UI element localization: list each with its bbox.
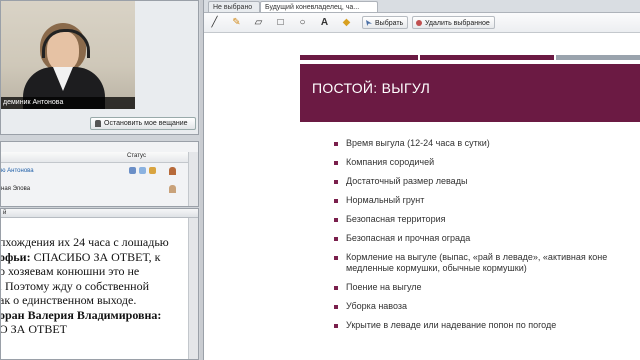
- participants-panel: Статус ю Антонова ная Элова: [0, 141, 199, 207]
- chat-tab[interactable]: й: [1, 209, 198, 218]
- chat-line: пхождения их 24 часа с лошадью: [0, 235, 169, 249]
- chat-line: О ЗА ОТВЕТ: [0, 322, 68, 336]
- slide-bullets: Время выгула (12-24 часа в сутки) Компан…: [334, 138, 640, 339]
- participant-row[interactable]: ю Антонова: [1, 164, 198, 178]
- stop-broadcast-label: Остановить мое вещание: [104, 120, 188, 127]
- presentation-slide: ПОСТОЙ: ВЫГУЛ Время выгула (12-24 часа в…: [300, 55, 640, 360]
- text-tool-icon[interactable]: A: [318, 16, 331, 29]
- rectangle-icon[interactable]: □: [274, 16, 287, 29]
- slide-title-band: ПОСТОЙ: ВЫГУЛ: [300, 64, 640, 122]
- eraser-icon[interactable]: ▱: [252, 16, 265, 29]
- delete-label: Удалить выбранное: [425, 20, 490, 27]
- chat-line: о хозяевам конюшни это не: [0, 264, 140, 278]
- pencil-icon[interactable]: ✎: [230, 16, 243, 29]
- whiteboard-pane: Не выбрано Будущий коневладелец, ча... ╱…: [203, 0, 640, 360]
- presenter-icon: [149, 167, 156, 174]
- chat-panel: й пхождения их 24 часа с лошадью офьи: С…: [0, 208, 199, 360]
- status-column-header: Статус: [127, 153, 146, 159]
- whiteboard-canvas[interactable]: ПОСТОЙ: ВЫГУЛ Время выгула (12-24 часа в…: [204, 33, 640, 360]
- status-icons: [129, 167, 156, 174]
- bullet-item: Достаточный размер левады: [334, 176, 640, 187]
- slide-accent-bar: [556, 55, 640, 60]
- mic-icon: [129, 167, 136, 174]
- bullet-item: Уборка навоза: [334, 301, 640, 312]
- pen-icon[interactable]: ╱: [208, 16, 221, 29]
- slide-accent-bar: [300, 55, 418, 60]
- bullet-item: Кормление на выгуле (выпас, «рай в левад…: [334, 252, 640, 263]
- bullet-item: Компания сородичей: [334, 157, 640, 168]
- document-tabs: Не выбрано Будущий коневладелец, ча...: [204, 0, 640, 13]
- camera-icon: [139, 167, 146, 174]
- bullet-item: Безопасная территория: [334, 214, 640, 225]
- ellipse-icon[interactable]: ○: [296, 16, 309, 29]
- bullet-item: Время выгула (12-24 часа в сутки): [334, 138, 640, 149]
- bullet-item: Нормальный грунт: [334, 195, 640, 206]
- webcam-video: деминик Антонова: [1, 1, 135, 109]
- tab-not-selected[interactable]: Не выбрано: [208, 1, 260, 12]
- participants-scrollbar[interactable]: [188, 152, 198, 206]
- stop-broadcast-button[interactable]: Остановить мое вещание: [90, 117, 196, 130]
- slide-accent-bar: [420, 55, 554, 60]
- bullet-item: Поение на выгуле: [334, 282, 640, 293]
- cursor-icon: [366, 20, 372, 26]
- participants-header: Статус: [1, 152, 198, 163]
- select-label: Выбрать: [375, 20, 404, 27]
- bullet-item: Укрытие в леваде или надевание попон по …: [334, 320, 640, 331]
- bullet-continuation: медленные кормушки, обычные кормушки): [346, 263, 527, 273]
- select-button[interactable]: Выбрать: [362, 16, 409, 29]
- chat-line: ак о единственном выходе.: [0, 293, 137, 307]
- chat-messages: пхождения их 24 часа с лошадью офьи: СПА…: [1, 235, 187, 337]
- bullet-item: Безопасная и прочная ограда: [334, 233, 640, 244]
- person-icon: [169, 185, 176, 193]
- presenter-name: деминик Антонова: [1, 97, 135, 109]
- chat-line: . Поэтому жду о собственной: [0, 278, 149, 293]
- participant-name: ю Антонова: [1, 168, 34, 174]
- highlighter-icon[interactable]: ◆: [340, 16, 353, 29]
- delete-icon: [416, 20, 422, 26]
- participant-name: ная Элова: [1, 186, 31, 192]
- video-panel: деминик Антонова Остановить мое вещание: [0, 0, 199, 135]
- user-icon: [95, 120, 101, 127]
- slide-title: ПОСТОЙ: ВЫГУЛ: [312, 80, 431, 96]
- participant-row[interactable]: ная Элова: [1, 182, 198, 196]
- chat-scrollbar[interactable]: [188, 218, 198, 359]
- chat-line: оран Валерия Владимировна:: [0, 307, 162, 322]
- drawing-toolbar: ╱ ✎ ▱ □ ○ A ◆ Выбрать Удалить выбранное: [204, 13, 640, 33]
- person-icon: [169, 167, 176, 175]
- tab-presentation[interactable]: Будущий коневладелец, ча...: [260, 1, 378, 12]
- delete-selected-button[interactable]: Удалить выбранное: [412, 16, 495, 29]
- left-column: деминик Антонова Остановить мое вещание …: [0, 0, 200, 360]
- chat-line: офьи: СПАСИБО ЗА ОТВЕТ, к: [0, 249, 161, 264]
